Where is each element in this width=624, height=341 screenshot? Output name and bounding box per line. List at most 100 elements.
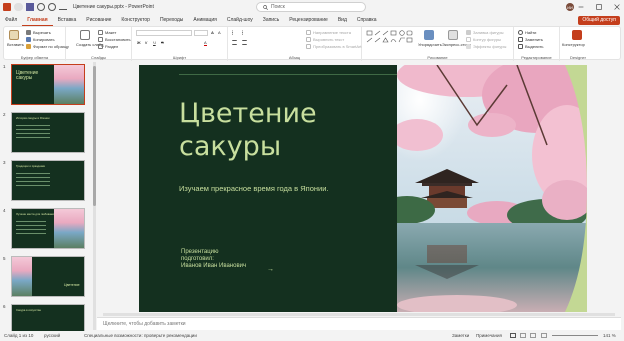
smartart-label: Преобразовать в SmartArt (313, 44, 362, 49)
tab-10[interactable]: Вид (333, 14, 352, 26)
shapes-gallery[interactable] (366, 30, 416, 50)
editing-group-label: Редактирование (521, 55, 552, 60)
thumbnails-scrollbar-thumb[interactable] (93, 66, 96, 206)
save-icon[interactable] (26, 3, 34, 11)
arrange-icon[interactable] (424, 30, 434, 40)
slide-title[interactable]: Цветение сакуры (179, 97, 317, 163)
slide-thumbnail[interactable]: Цветение (11, 256, 85, 297)
autosave-toggle[interactable] (14, 3, 23, 11)
text-direction-button[interactable]: Направление текста (306, 30, 351, 35)
cut-button[interactable]: Вырезать (26, 30, 51, 35)
slide-author-block[interactable]: Презентацию подготовил: Иванов Иван Иван… (181, 249, 246, 270)
share-button[interactable]: Общий доступ (578, 16, 620, 25)
tab-11[interactable]: Справка (352, 14, 382, 26)
underline-button[interactable]: Ч (153, 40, 156, 45)
drawing-group-label: Рисование (427, 55, 448, 60)
tab-5[interactable]: Переходы (155, 14, 188, 26)
section-button[interactable]: Раздел (98, 44, 118, 49)
comments-button[interactable]: Примечания (476, 333, 502, 338)
font-color-button[interactable]: A (204, 40, 207, 46)
format-painter-button[interactable]: Формат по образцу (26, 44, 69, 49)
tab-3[interactable]: Рисование (81, 14, 116, 26)
reading-view-icon[interactable] (530, 333, 536, 338)
notes-button[interactable]: Заметки (452, 333, 469, 338)
align-text-label: Выровнять текст (313, 37, 345, 42)
bold-button[interactable]: Ж (137, 40, 141, 45)
font-family-dropdown[interactable] (136, 30, 192, 36)
quick-styles-icon[interactable] (448, 30, 458, 40)
minimize-icon[interactable] (578, 4, 584, 10)
numbering-button[interactable] (242, 30, 249, 35)
replace-button[interactable]: Заменить (518, 37, 543, 42)
slide-thumbnail[interactable]: Традиции и праздники (11, 160, 85, 201)
tab-9[interactable]: Рецензирование (284, 14, 333, 26)
bullets-button[interactable] (232, 30, 239, 35)
reset-label: Восстановить (105, 37, 131, 42)
slide-thumbnail[interactable]: История сакуры в Японии (11, 112, 85, 153)
font-shrink-icon[interactable]: A (218, 30, 221, 35)
avatar[interactable]: ИИ (566, 3, 574, 11)
clipboard-group: Вставить Вырезать Копировать Формат по о… (4, 27, 69, 61)
tab-2[interactable]: Вставка (53, 14, 82, 26)
designer-icon[interactable] (572, 30, 582, 40)
find-button[interactable]: Найти (518, 30, 536, 35)
format-painter-label: Формат по образцу (33, 44, 69, 49)
zoom-slider[interactable] (552, 335, 598, 336)
slide-subtitle[interactable]: Изучаем прекрасное время года в Японии. (179, 184, 329, 193)
tab-4[interactable]: Конструктор (116, 14, 155, 26)
select-button[interactable]: Выделить (518, 44, 543, 49)
tab-6[interactable]: Анимация (188, 14, 221, 26)
align-left-button[interactable] (232, 40, 239, 45)
thumbnails-scrollbar[interactable] (93, 62, 96, 330)
redo-icon[interactable] (48, 3, 56, 11)
tab-8[interactable]: Запись (258, 14, 284, 26)
font-size-dropdown[interactable] (194, 30, 208, 36)
copy-button[interactable]: Копировать (26, 37, 55, 42)
smartart-button[interactable]: Преобразовать в SmartArt (306, 44, 362, 49)
replace-icon (518, 37, 523, 42)
notes-pane[interactable]: Щелкните, чтобы добавить заметки (97, 317, 621, 330)
notes-placeholder: Щелкните, чтобы добавить заметки (103, 321, 186, 327)
reset-button[interactable]: Восстановить (98, 37, 131, 42)
layout-button[interactable]: Макет (98, 30, 116, 35)
align-center-button[interactable] (242, 40, 249, 45)
tab-7[interactable]: Слайд-шоу (222, 14, 258, 26)
paste-icon[interactable] (9, 30, 19, 40)
paste-button[interactable]: Вставить (7, 42, 24, 47)
thumbnail-number: 4 (3, 208, 6, 213)
author-line1: Презентацию (181, 249, 219, 255)
designer-button[interactable]: Конструктор (562, 42, 585, 47)
tab-0[interactable]: Файл (0, 14, 22, 26)
undo-icon[interactable] (37, 3, 45, 11)
tab-1[interactable]: Главная (22, 14, 53, 26)
thumbnail-title: Сакура в искусстве (16, 308, 42, 312)
language-indicator[interactable]: русский (44, 333, 60, 338)
slide-thumbnail[interactable]: Цветение сакуры (11, 64, 85, 105)
thumbnail-title: Цветение сакуры (16, 70, 39, 81)
arrange-button[interactable]: Упорядочить (418, 42, 442, 47)
slide-thumbnails-panel[interactable]: 1 Цветение сакуры 2 История сакуры в Японии… (0, 61, 95, 331)
editor-horizontal-scrollbar[interactable] (103, 313, 615, 316)
normal-view-icon[interactable] (510, 333, 516, 338)
accessibility-status[interactable]: Специальные возможности: проверьте реком… (84, 333, 197, 338)
shape-effects-button[interactable]: Эффекты фигуры (466, 44, 506, 49)
slide-thumbnail[interactable]: Сакура в искусстве (11, 304, 85, 331)
shape-outline-button[interactable]: Контур фигуры (466, 37, 501, 42)
decorative-green-shape (565, 65, 587, 312)
customize-toolbar-icon[interactable] (59, 8, 67, 10)
search-box[interactable]: Поиск (256, 2, 366, 12)
align-text-button[interactable]: Выровнять текст (306, 37, 344, 42)
new-slide-icon[interactable] (80, 30, 90, 40)
italic-button[interactable]: К (145, 40, 147, 45)
font-grow-icon[interactable]: A (211, 30, 214, 35)
strikethrough-button[interactable]: S (161, 40, 164, 45)
reset-icon (98, 37, 103, 42)
slide-thumbnail[interactable]: Лучшие места для любования (11, 208, 85, 249)
slideshow-view-icon[interactable] (541, 333, 547, 338)
maximize-icon[interactable] (596, 4, 602, 10)
designer-button-label: Конструктор (562, 42, 585, 47)
close-icon[interactable] (614, 4, 620, 10)
slide-sorter-icon[interactable] (520, 333, 526, 338)
zoom-level[interactable]: 141 % (603, 333, 616, 338)
shape-fill-button[interactable]: Заливка фигуры (466, 30, 504, 35)
